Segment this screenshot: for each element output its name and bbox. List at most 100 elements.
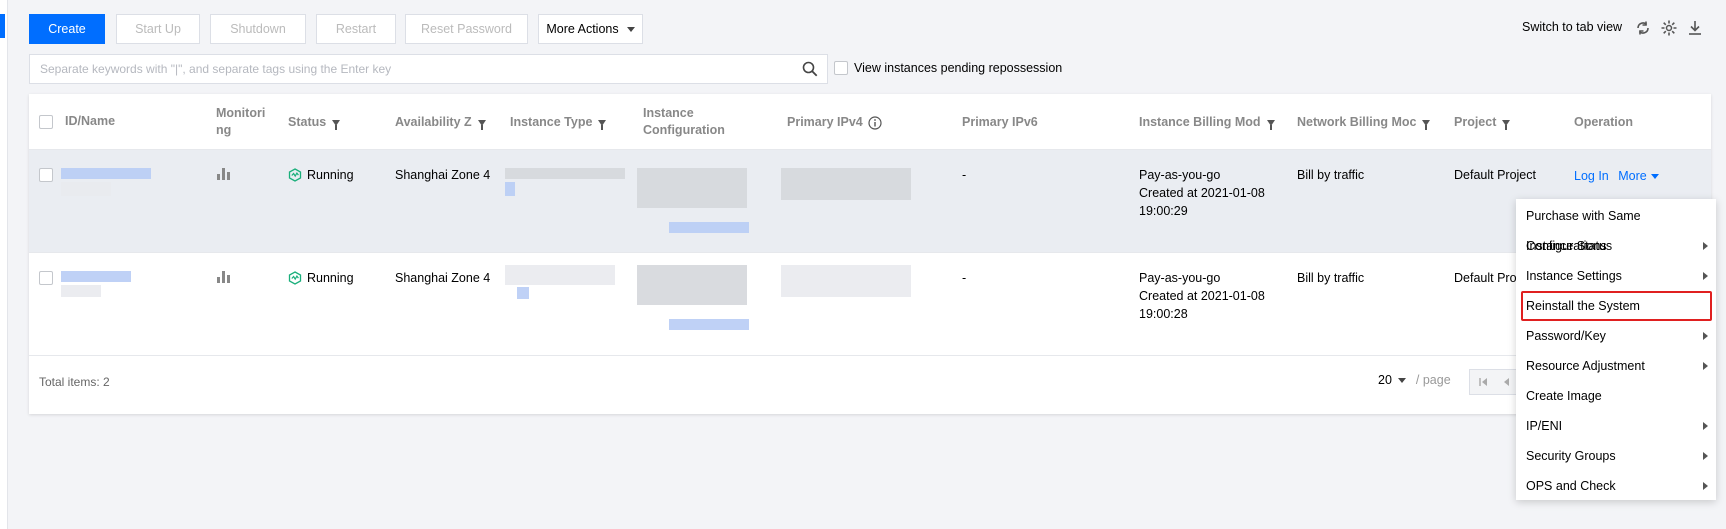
filter-icon[interactable]	[1502, 119, 1511, 130]
login-link[interactable]: Log In	[1574, 169, 1609, 183]
search-icon[interactable]	[801, 60, 819, 78]
pending-repossession-label: View instances pending repossession	[854, 61, 1063, 75]
filter-icon[interactable]	[598, 119, 607, 130]
billing-mode-text: Pay-as-you-go	[1139, 168, 1221, 182]
row-checkbox[interactable]	[39, 168, 53, 182]
filter-icon[interactable]	[477, 119, 486, 130]
menu-item-resource-adjustment[interactable]: Resource Adjustment	[1516, 351, 1716, 381]
monitoring-chart-icon[interactable]	[217, 168, 231, 180]
instance-table: ID/Name Monitori ng Status Availability …	[29, 94, 1711, 414]
search-input[interactable]	[30, 55, 790, 83]
row-checkbox[interactable]	[39, 271, 53, 285]
refresh-icon[interactable]	[1634, 19, 1652, 37]
column-primary-ipv4-label: Primary IPv4	[787, 115, 863, 129]
created-time: 19:00:28	[1139, 307, 1188, 321]
switch-view-link[interactable]: Switch to tab view	[1522, 20, 1622, 34]
redacted-instance-configuration	[637, 265, 747, 305]
table-row: Running Shanghai Zone 4 - Pay-as-you-go …	[29, 253, 1711, 356]
menu-item-instance-status[interactable]: Instance Status	[1516, 231, 1716, 261]
first-page-icon[interactable]	[1476, 375, 1490, 389]
more-dropdown[interactable]: More	[1618, 169, 1659, 183]
column-instance-type[interactable]: Instance Type	[510, 114, 607, 131]
column-instance-billing-mode[interactable]: Instance Billing Mod	[1139, 114, 1275, 131]
previous-page-icon[interactable]	[1500, 375, 1514, 389]
menu-item-purchase-same-configurations[interactable]: Purchase with Same Configurations	[1516, 201, 1716, 253]
download-icon[interactable]	[1686, 19, 1704, 37]
chevron-right-icon	[1703, 452, 1708, 460]
shutdown-button[interactable]: Shutdown	[210, 14, 306, 44]
menu-item-security-groups[interactable]: Security Groups	[1516, 441, 1716, 471]
filter-icon[interactable]	[1266, 119, 1275, 130]
select-all-checkbox[interactable]	[39, 115, 53, 129]
instance-billing-mode: Pay-as-you-go Created at 2021-01-08 19:0…	[1139, 166, 1265, 220]
chevron-right-icon	[1703, 422, 1708, 430]
redacted-instance-configuration-extra	[669, 319, 749, 330]
column-primary-ipv6: Primary IPv6	[962, 114, 1038, 131]
menu-item-label: Instance Settings	[1526, 269, 1622, 283]
column-project[interactable]: Project	[1454, 114, 1511, 131]
redacted-instance-type-extra	[517, 287, 529, 299]
filter-icon[interactable]	[1422, 119, 1431, 130]
menu-item-instance-settings[interactable]: Instance Settings	[1516, 261, 1716, 291]
primary-ipv6: -	[962, 271, 967, 285]
running-status-icon	[288, 271, 302, 285]
availability-zone: Shanghai Zone 4	[395, 168, 491, 182]
column-monitoring: Monitori ng	[216, 105, 272, 139]
redacted-instance-id	[61, 271, 131, 282]
column-instance-configuration: Instance Configuration	[643, 105, 743, 139]
table-row: Running Shanghai Zone 4 - Pay-as-you-go …	[29, 150, 1711, 253]
column-network-billing-mode[interactable]: Network Billing Moc	[1297, 114, 1431, 131]
column-operation: Operation	[1574, 114, 1633, 131]
menu-item-password-key[interactable]: Password/Key	[1516, 321, 1716, 351]
more-actions-label: More Actions	[546, 22, 619, 36]
total-items-label: Total items:	[39, 375, 100, 389]
redacted-instance-name	[61, 285, 101, 297]
column-availability-zone[interactable]: Availability Z	[395, 114, 486, 131]
chevron-down-icon	[626, 26, 635, 32]
monitoring-chart-icon[interactable]	[217, 271, 231, 283]
column-status-label: Status	[288, 115, 327, 129]
create-button[interactable]: Create	[29, 14, 105, 44]
table-header: ID/Name Monitori ng Status Availability …	[29, 94, 1711, 150]
start-up-button[interactable]: Start Up	[116, 14, 200, 44]
column-instance-type-label: Instance Type	[510, 115, 593, 129]
column-monitoring-label: Monitori ng	[216, 106, 266, 137]
chevron-right-icon	[1703, 272, 1708, 280]
column-availability-zone-label: Availability Z	[395, 115, 472, 129]
more-label: More	[1618, 169, 1647, 183]
menu-item-reinstall-system[interactable]: Reinstall the System	[1521, 291, 1712, 321]
status-text: Running	[307, 271, 354, 285]
pending-repossession-checkbox[interactable]	[834, 61, 848, 75]
column-operation-label: Operation	[1574, 115, 1634, 129]
menu-item-label: Resource Adjustment	[1526, 359, 1645, 373]
row-operations: Log In More	[1574, 167, 1659, 185]
column-status[interactable]: Status	[288, 114, 341, 131]
redacted-primary-ipv4	[781, 265, 911, 297]
column-project-label: Project	[1454, 115, 1497, 129]
more-actions-dropdown[interactable]: More Actions	[538, 14, 643, 44]
page-size-select[interactable]: 20 / page	[1378, 373, 1451, 387]
column-instance-billing-mode-label: Instance Billing Mod	[1139, 115, 1261, 129]
menu-item-create-image[interactable]: Create Image	[1516, 381, 1716, 411]
status-text: Running	[307, 168, 354, 182]
menu-item-label: Security Groups	[1526, 449, 1616, 463]
restart-button[interactable]: Restart	[316, 14, 396, 44]
page-size-value: 20	[1378, 373, 1392, 387]
filter-icon[interactable]	[332, 119, 341, 130]
reset-password-button[interactable]: Reset Password	[405, 14, 528, 44]
menu-item-ops-and-check[interactable]: OPS and Check	[1516, 471, 1716, 501]
active-nav-indicator	[0, 14, 5, 38]
info-icon[interactable]	[868, 115, 882, 130]
pending-repossession-option[interactable]: View instances pending repossession	[834, 61, 1062, 75]
menu-item-label: OPS and Check	[1526, 479, 1616, 493]
status-badge: Running	[288, 166, 354, 184]
menu-item-label: IP/ENI	[1526, 419, 1563, 433]
redacted-instance-id	[61, 168, 151, 179]
total-items-count: 2	[103, 375, 110, 389]
gear-icon[interactable]	[1660, 19, 1678, 37]
redacted-instance-name	[61, 182, 111, 196]
primary-ipv6: -	[962, 168, 967, 182]
project-name: Default Project	[1454, 168, 1536, 182]
availability-zone: Shanghai Zone 4	[395, 271, 491, 285]
menu-item-ip-eni[interactable]: IP/ENI	[1516, 411, 1716, 441]
